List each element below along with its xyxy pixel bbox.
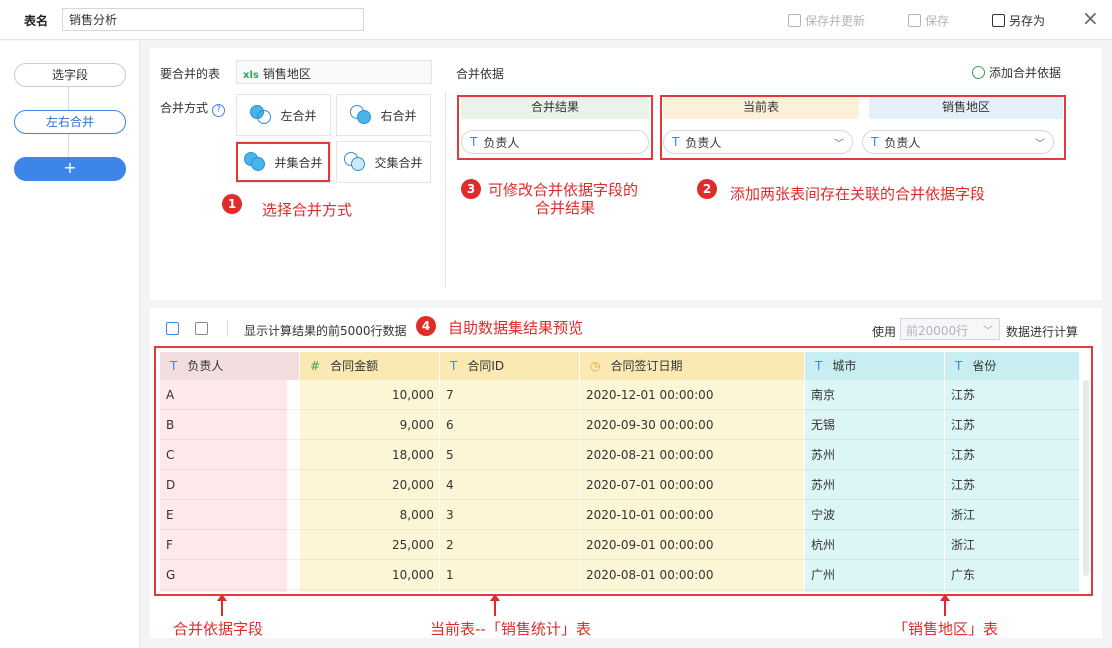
- annotation-4: 自助数据集结果预览: [448, 319, 584, 337]
- save-update-icon: [788, 14, 801, 27]
- merge-basis-label: 合并依据: [456, 67, 505, 81]
- left-join-label: 左合并: [280, 108, 317, 123]
- right-join-icon: [350, 105, 372, 125]
- annotation-3-line2: 合并结果: [535, 199, 596, 217]
- merge-table-label: 要合并的表: [160, 67, 221, 81]
- intersection-join-label: 交集合并: [374, 155, 423, 170]
- annotation-badge-2: 2: [697, 179, 717, 199]
- merge-table-chip[interactable]: xls 销售地区: [236, 60, 432, 84]
- add-step-button[interactable]: +: [14, 157, 126, 181]
- add-merge-basis-button[interactable]: 添加合并依据: [972, 64, 1061, 81]
- step-lr-merge[interactable]: 左右合并: [14, 110, 126, 134]
- highlight-union-box: [236, 142, 330, 182]
- left-join-button[interactable]: 左合并: [236, 94, 331, 136]
- right-join-label: 右合并: [380, 108, 417, 123]
- save-label: 保存: [925, 14, 950, 28]
- step-select-fields[interactable]: 选字段: [14, 63, 126, 87]
- annotation-bottom-1: 合并依据字段: [173, 620, 264, 638]
- help-icon[interactable]: ?: [212, 104, 226, 117]
- chevron-down-icon: ﹀: [983, 326, 993, 337]
- save-as-icon: [992, 14, 1005, 27]
- annotation-1: 选择合并方式: [262, 201, 353, 219]
- table-name-input[interactable]: [62, 8, 364, 31]
- excel-icon: xls: [243, 70, 259, 81]
- arrow-up-icon: [217, 594, 227, 616]
- merge-method-label: 合并方式?: [160, 99, 226, 117]
- table-view-icon[interactable]: [195, 322, 208, 335]
- close-icon[interactable]: ×: [1082, 8, 1099, 28]
- save-and-update-button[interactable]: 保存并更新: [788, 12, 865, 29]
- highlight-result-box: [457, 95, 653, 160]
- calc-label: 数据进行计算: [1006, 325, 1079, 339]
- annotation-badge-1: 1: [222, 194, 242, 214]
- arrow-up-icon: [940, 594, 950, 616]
- toolbar-separator: [227, 321, 228, 335]
- save-button[interactable]: 保存: [908, 12, 949, 29]
- grid-view-icon[interactable]: [166, 322, 179, 335]
- annotation-bottom-3: 「销售地区」表: [893, 620, 999, 638]
- merge-table-name: 销售地区: [262, 67, 311, 81]
- annotation-bottom-2: 当前表--「销售统计」表: [430, 620, 591, 638]
- row-limit-select[interactable]: 前20000行 ﹀: [900, 318, 1000, 340]
- save-as-label: 另存为: [1009, 14, 1046, 28]
- table-name-label: 表名: [24, 14, 49, 28]
- top-bar: 表名 保存并更新 保存 另存为 ×: [0, 0, 1112, 40]
- add-link-icon: [972, 66, 985, 79]
- save-as-button[interactable]: 另存为: [992, 12, 1045, 29]
- annotation-2: 添加两张表间存在关联的合并依据字段: [730, 185, 986, 203]
- use-label: 使用: [872, 325, 897, 339]
- intersection-join-button[interactable]: 交集合并: [336, 141, 431, 183]
- annotation-badge-4: 4: [416, 316, 436, 336]
- row-limit-value: 前20000行: [906, 324, 969, 338]
- config-divider: [445, 92, 446, 288]
- add-merge-basis-label: 添加合并依据: [989, 66, 1062, 80]
- save-icon: [908, 14, 921, 27]
- left-join-icon: [250, 105, 272, 125]
- preview-info-text: 显示计算结果的前5000行数据: [244, 324, 407, 338]
- save-and-update-label: 保存并更新: [805, 14, 866, 28]
- annotation-3-line1: 可修改合并依据字段的: [488, 181, 639, 199]
- annotation-badge-3: 3: [461, 179, 481, 199]
- arrow-up-icon: [490, 594, 500, 616]
- highlight-table-box: [154, 346, 1093, 596]
- highlight-basis-box: [660, 95, 1066, 160]
- intersection-join-icon: [344, 152, 366, 172]
- right-join-button[interactable]: 右合并: [336, 94, 431, 136]
